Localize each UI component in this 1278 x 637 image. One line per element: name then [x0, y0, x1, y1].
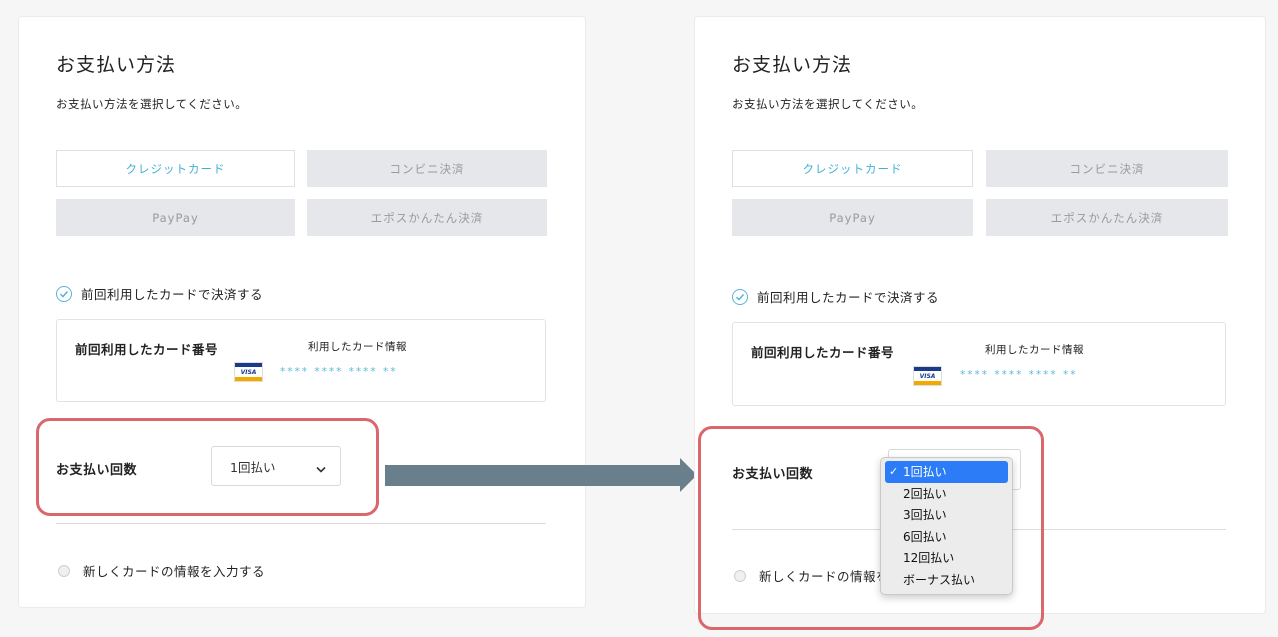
- check-circle-icon: [56, 285, 72, 302]
- use-previous-card-option[interactable]: 前回利用したカードで決済する: [732, 287, 939, 306]
- method-paypay-button[interactable]: PayPay: [732, 199, 973, 236]
- card-info-label: 利用したカード情報: [985, 344, 1084, 356]
- page-subtitle: お支払い方法を選択してください。: [56, 97, 248, 111]
- method-credit-card-button[interactable]: クレジットカード: [56, 150, 295, 187]
- check-circle-icon: [732, 288, 748, 305]
- previous-card-label: 前回利用したカード番号: [75, 342, 219, 357]
- method-epos-button[interactable]: エポスかんたん決済: [307, 199, 547, 236]
- method-epos-button[interactable]: エポスかんたん決済: [986, 199, 1228, 236]
- page-title: お支払い方法: [732, 54, 853, 76]
- card-number: **** **** **** **: [960, 369, 1078, 381]
- page-subtitle: お支払い方法を選択してください。: [732, 97, 924, 111]
- method-paypay-button[interactable]: PayPay: [56, 199, 295, 236]
- card-info-label: 利用したカード情報: [308, 341, 407, 353]
- visa-card-icon: VISA: [913, 366, 942, 386]
- use-previous-card-option[interactable]: 前回利用したカードで決済する: [56, 284, 263, 303]
- visa-card-icon: VISA: [234, 362, 263, 382]
- card-number: **** **** **** **: [280, 366, 398, 378]
- use-previous-card-label: 前回利用したカードで決済する: [757, 290, 940, 305]
- method-credit-card-button[interactable]: クレジットカード: [732, 150, 973, 187]
- radio-icon: [58, 564, 70, 577]
- highlight-box: [36, 418, 379, 516]
- highlight-box: [698, 426, 1044, 630]
- previous-card-box: [732, 322, 1226, 406]
- arrow-shaft: [385, 465, 681, 486]
- previous-card-label: 前回利用したカード番号: [751, 345, 895, 360]
- divider: [56, 523, 546, 524]
- method-convenience-store-button[interactable]: コンビニ決済: [307, 150, 547, 187]
- page-title: お支払い方法: [56, 54, 177, 76]
- method-convenience-store-button[interactable]: コンビニ決済: [986, 150, 1228, 187]
- use-previous-card-label: 前回利用したカードで決済する: [81, 287, 264, 302]
- new-card-label: 新しくカードの情報を入力する: [83, 564, 266, 579]
- previous-card-box: [56, 319, 546, 402]
- new-card-option[interactable]: 新しくカードの情報を入力する: [58, 561, 265, 580]
